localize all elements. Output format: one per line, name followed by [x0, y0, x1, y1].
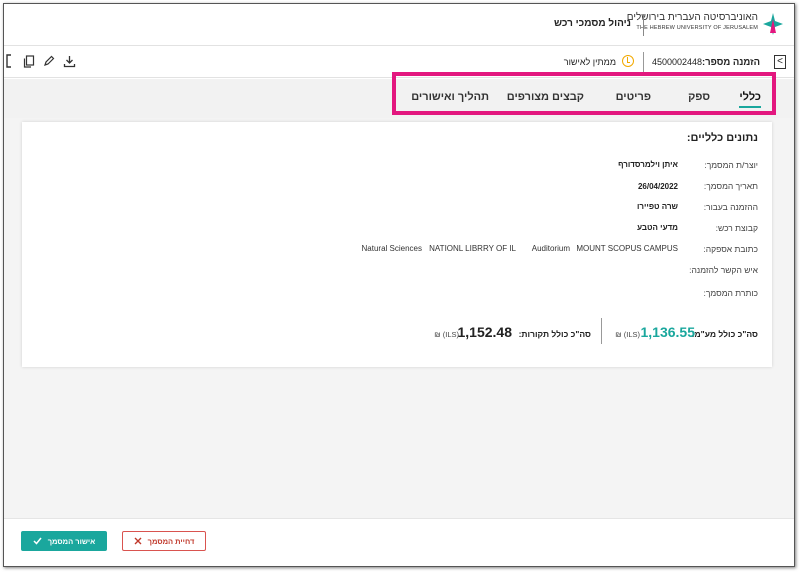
field-value-creator: איתן וילמרסדורף	[618, 160, 678, 169]
approve-button-label: אישור המסמך	[47, 536, 96, 546]
reject-button-label: דחיית המסמך	[147, 536, 195, 546]
tab-attachments[interactable]: קבצים מצורפים	[507, 91, 584, 103]
field-label-date: תאריך המסמך:	[703, 181, 758, 191]
header-divider	[643, 14, 644, 36]
total-with-vat-value: 1,136.55	[640, 324, 696, 340]
university-logo	[763, 13, 783, 35]
close-icon	[134, 537, 142, 545]
field-label-ordered-for: ההזמנה בעבור:	[703, 202, 758, 212]
order-number: 4500002448	[651, 57, 702, 67]
supply-address-campus: MOUNT SCOPUS CAMPUS	[576, 244, 678, 253]
general-info-card: נתונים כלליים: יוצר/ת המסמך: איתן וילמרס…	[22, 122, 772, 367]
document-icon[interactable]	[4, 54, 18, 68]
tab-process-approvals[interactable]: תהליך ואישורים	[411, 91, 489, 103]
field-label-supply-address: כתובת אספקה:	[703, 244, 758, 254]
tab-items[interactable]: פריטים	[616, 91, 651, 103]
app-title: ניהול מסמכי רכש	[554, 18, 631, 29]
supply-address-dept: Natural Sciences	[361, 244, 422, 253]
field-label-doc-title: כותרת המסמך:	[703, 288, 758, 298]
general-info-title: נתונים כלליים:	[686, 132, 758, 144]
copy-icon[interactable]	[22, 54, 36, 68]
field-label-purchasing-group: קבוצת רכש:	[715, 223, 758, 233]
clock-icon	[622, 55, 634, 67]
field-value-date: 26/04/2022	[637, 182, 678, 191]
supply-address-building: Auditorium	[531, 244, 570, 253]
order-number-label: הזמנה מספר:	[701, 57, 760, 68]
top-header: האוניברסיטה העברית בירושלים THE HEBREW U…	[4, 4, 794, 46]
app-window: האוניברסיטה העברית בירושלים THE HEBREW U…	[3, 3, 795, 567]
total-with-vat-currency: ₪ (ILS)	[615, 330, 640, 339]
edit-icon[interactable]	[42, 54, 56, 68]
university-name: האוניברסיטה העברית בירושלים THE HEBREW U…	[627, 12, 758, 33]
tab-general[interactable]: כללי	[739, 91, 761, 108]
reject-document-button[interactable]: דחיית המסמך	[122, 531, 206, 551]
field-label-creator: יוצר/ת המסמך:	[704, 160, 758, 170]
total-with-overhead-value: 1,152.48	[457, 324, 513, 340]
field-value-ordered-for: שרה טפיירו	[636, 202, 678, 211]
check-icon	[33, 537, 42, 545]
totals-divider	[601, 318, 602, 344]
download-icon[interactable]	[62, 54, 76, 68]
subbar-divider	[643, 52, 644, 72]
field-label-contact: איש הקשר להזמנה:	[689, 265, 758, 275]
chevron-left-icon[interactable]: <	[774, 55, 786, 69]
field-value-purchasing-group: מדעי הטבע	[637, 223, 678, 232]
status-text: ממתין לאישור	[563, 57, 616, 67]
university-name-he: האוניברסיטה העברית בירושלים	[626, 12, 758, 23]
total-with-overhead-label: סה"כ כולל תקורות:	[518, 329, 591, 339]
approve-document-button[interactable]: אישור המסמך	[21, 531, 107, 551]
university-name-en: THE HEBREW UNIVERSITY OF JERUSALEM	[636, 25, 758, 31]
supply-address-library: NATIONL LIBRRY OF IL	[429, 244, 516, 253]
total-with-overhead-currency: ₪ (ILS)	[434, 330, 459, 339]
total-with-vat-label: סה"כ כולל מע"מ:	[691, 329, 758, 339]
tab-supplier[interactable]: ספק	[688, 91, 710, 103]
